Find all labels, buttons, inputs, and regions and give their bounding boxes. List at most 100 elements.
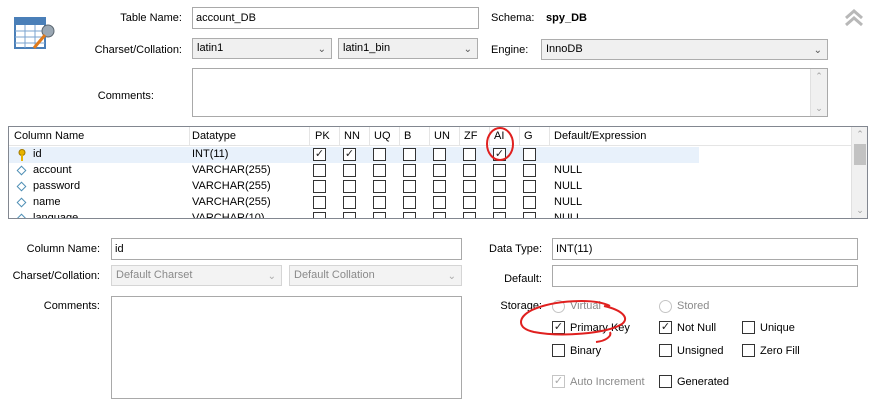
cell-default[interactable]: NULL bbox=[554, 164, 582, 176]
header-datatype[interactable]: Datatype bbox=[192, 130, 236, 142]
checkbox-nn[interactable] bbox=[343, 196, 356, 209]
checkbox-nn[interactable]: ✓ bbox=[343, 148, 356, 161]
scroll-up-icon[interactable]: ⌃ bbox=[852, 129, 867, 140]
checkbox-un[interactable] bbox=[433, 180, 446, 193]
cell-column-name[interactable]: name bbox=[33, 196, 61, 208]
checkbox-g[interactable] bbox=[523, 212, 536, 218]
zero-fill-checkbox[interactable] bbox=[742, 344, 755, 357]
scroll-down-icon[interactable]: ⌄ bbox=[852, 205, 867, 216]
header-pk[interactable]: PK bbox=[315, 130, 330, 142]
checkbox-uq[interactable] bbox=[373, 148, 386, 161]
checkbox-b[interactable] bbox=[403, 212, 416, 218]
not-null-checkbox[interactable]: ✓ bbox=[659, 321, 672, 334]
checkbox-pk[interactable] bbox=[313, 180, 326, 193]
checkbox-g[interactable] bbox=[523, 180, 536, 193]
auto-increment-checkbox: ✓ bbox=[552, 375, 565, 388]
generated-label: Generated bbox=[677, 376, 729, 388]
header-zf[interactable]: ZF bbox=[464, 130, 477, 142]
checkbox-zf[interactable] bbox=[463, 196, 476, 209]
table-row[interactable]: password VARCHAR(255) NULL bbox=[9, 179, 852, 195]
checkbox-pk[interactable] bbox=[313, 212, 326, 218]
table-row[interactable]: name VARCHAR(255) NULL bbox=[9, 195, 852, 211]
cell-column-name[interactable]: id bbox=[33, 148, 42, 160]
checkbox-ai[interactable] bbox=[493, 196, 506, 209]
checkbox-g[interactable] bbox=[523, 148, 536, 161]
cell-column-name[interactable]: password bbox=[33, 180, 80, 192]
checkbox-nn[interactable] bbox=[343, 164, 356, 177]
header-column-name[interactable]: Column Name bbox=[14, 130, 84, 142]
checkbox-ai[interactable] bbox=[493, 180, 506, 193]
checkbox-uq[interactable] bbox=[373, 196, 386, 209]
charset-select[interactable]: latin1 ⌄ bbox=[192, 38, 332, 59]
checkbox-zf[interactable] bbox=[463, 212, 476, 218]
cell-default[interactable]: NULL bbox=[554, 212, 582, 218]
cell-datatype[interactable]: INT(11) bbox=[192, 148, 228, 160]
checkbox-g[interactable] bbox=[523, 196, 536, 209]
columns-grid[interactable]: Column Name Datatype PK NN UQ B UN ZF AI… bbox=[8, 126, 868, 219]
checkbox-b[interactable] bbox=[403, 180, 416, 193]
cell-default[interactable]: NULL bbox=[554, 180, 582, 192]
checkbox-pk[interactable]: ✓ bbox=[313, 148, 326, 161]
header-b[interactable]: B bbox=[404, 130, 411, 142]
checkbox-pk[interactable] bbox=[313, 164, 326, 177]
checkbox-uq[interactable] bbox=[373, 164, 386, 177]
column-charset-value: Default Charset bbox=[116, 269, 193, 281]
checkbox-ai[interactable] bbox=[493, 212, 506, 218]
checkbox-uq[interactable] bbox=[373, 180, 386, 193]
grid-scrollbar[interactable]: ⌃ ⌄ bbox=[851, 127, 867, 218]
column-diamond-icon bbox=[16, 197, 27, 208]
checkbox-un[interactable] bbox=[433, 148, 446, 161]
cell-datatype[interactable]: VARCHAR(255) bbox=[192, 164, 271, 176]
checkbox-b[interactable] bbox=[403, 196, 416, 209]
checkbox-zf[interactable] bbox=[463, 148, 476, 161]
checkbox-nn[interactable] bbox=[343, 212, 356, 218]
generated-checkbox[interactable] bbox=[659, 375, 672, 388]
collapse-icon[interactable] bbox=[843, 7, 865, 29]
column-comments-textarea[interactable] bbox=[111, 296, 462, 399]
column-comments-label: Comments: bbox=[43, 300, 100, 312]
checkbox-un[interactable] bbox=[433, 212, 446, 218]
scroll-up-icon[interactable]: ⌃ bbox=[811, 71, 827, 82]
header-g[interactable]: G bbox=[524, 130, 533, 142]
default-input[interactable] bbox=[552, 265, 858, 287]
engine-select[interactable]: InnoDB ⌄ bbox=[541, 39, 828, 60]
cell-datatype[interactable]: VARCHAR(255) bbox=[192, 196, 271, 208]
checkbox-zf[interactable] bbox=[463, 164, 476, 177]
comments-scrollbar[interactable]: ⌃ ⌄ bbox=[810, 69, 827, 116]
table-row[interactable]: id INT(11) ✓ ✓ ✓ bbox=[9, 147, 852, 163]
column-collation-value: Default Collation bbox=[294, 269, 375, 281]
binary-label: Binary bbox=[570, 345, 602, 357]
checkbox-zf[interactable] bbox=[463, 180, 476, 193]
checkbox-pk[interactable] bbox=[313, 196, 326, 209]
table-row[interactable]: language VARCHAR(10) NULL bbox=[9, 211, 852, 218]
checkbox-nn[interactable] bbox=[343, 180, 356, 193]
datatype-input[interactable]: INT(11) bbox=[552, 238, 858, 260]
cell-default[interactable]: NULL bbox=[554, 196, 582, 208]
chevron-down-icon: ⌄ bbox=[317, 44, 326, 55]
checkbox-b[interactable] bbox=[403, 164, 416, 177]
header-uq[interactable]: UQ bbox=[374, 130, 391, 142]
scroll-thumb[interactable] bbox=[854, 144, 866, 165]
header-default[interactable]: Default/Expression bbox=[554, 130, 646, 142]
header-nn[interactable]: NN bbox=[344, 130, 360, 142]
table-name-input[interactable]: account_DB bbox=[192, 7, 479, 29]
table-row[interactable]: account VARCHAR(255) NULL bbox=[9, 163, 852, 179]
unsigned-checkbox[interactable] bbox=[659, 344, 672, 357]
cell-column-name[interactable]: account bbox=[33, 164, 72, 176]
checkbox-b[interactable] bbox=[403, 148, 416, 161]
scroll-down-icon[interactable]: ⌄ bbox=[811, 103, 827, 114]
checkbox-un[interactable] bbox=[433, 164, 446, 177]
cell-datatype[interactable]: VARCHAR(10) bbox=[192, 212, 265, 218]
checkbox-un[interactable] bbox=[433, 196, 446, 209]
collation-select[interactable]: latin1_bin ⌄ bbox=[338, 38, 478, 59]
header-un[interactable]: UN bbox=[434, 130, 450, 142]
table-comments-label: Comments: bbox=[97, 90, 154, 102]
column-name-input[interactable]: id bbox=[111, 238, 462, 260]
checkbox-uq[interactable] bbox=[373, 212, 386, 218]
checkbox-ai[interactable] bbox=[493, 164, 506, 177]
cell-column-name[interactable]: language bbox=[33, 212, 78, 218]
table-comments-textarea[interactable]: ⌃ ⌄ bbox=[192, 68, 828, 117]
checkbox-g[interactable] bbox=[523, 164, 536, 177]
unique-checkbox[interactable] bbox=[742, 321, 755, 334]
cell-datatype[interactable]: VARCHAR(255) bbox=[192, 180, 271, 192]
